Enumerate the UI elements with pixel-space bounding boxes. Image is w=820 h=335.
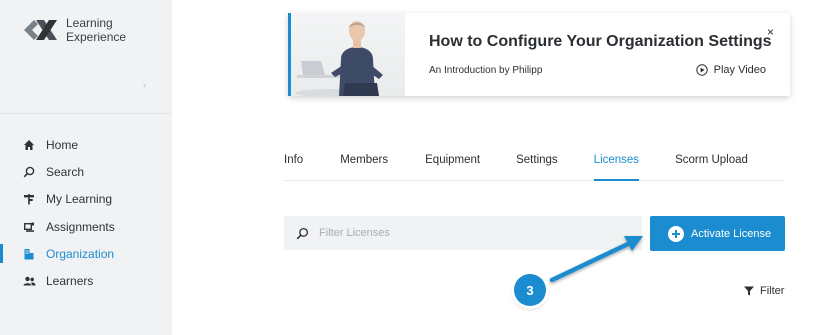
filter-button[interactable]: Filter xyxy=(744,285,784,297)
video-banner: How to Configure Your Organization Setti… xyxy=(288,13,790,96)
sidebar-divider xyxy=(0,113,172,114)
sidebar-item-label: Assignments xyxy=(46,219,115,234)
presenter-photo xyxy=(291,13,405,96)
sidebar-item-label: Learners xyxy=(46,274,94,289)
brand-name-line1: Learning xyxy=(66,16,113,30)
sidebar-item-label: My Learning xyxy=(46,192,113,207)
sidebar-item-label: Search xyxy=(46,164,85,179)
close-icon[interactable]: × xyxy=(767,25,774,39)
sidebar-item-label: Home xyxy=(46,137,79,152)
brand-name-line2: Experience xyxy=(66,30,127,44)
sidebar-item-organization[interactable]: Organization xyxy=(0,240,172,267)
plus-icon xyxy=(668,225,684,242)
filter-label: Filter xyxy=(760,285,785,297)
tab-members[interactable]: Members xyxy=(340,150,388,180)
users-icon xyxy=(22,274,36,288)
sidebar-item-home[interactable]: Home xyxy=(0,131,172,158)
sidebar-item-learners[interactable]: Learners xyxy=(0,267,172,294)
tab-licenses[interactable]: Licenses xyxy=(593,150,640,181)
home-icon xyxy=(22,138,36,152)
signpost-icon xyxy=(22,192,36,206)
tab-scorm-upload[interactable]: Scorm Upload xyxy=(675,150,748,180)
banner-subtitle: An Introduction by Philipp xyxy=(429,65,543,76)
brand[interactable]: Learning Experience xyxy=(22,16,126,44)
assignments-icon xyxy=(22,220,36,234)
sidebar-item-assignments[interactable]: Assignments xyxy=(0,213,172,240)
tab-settings[interactable]: Settings xyxy=(516,150,558,180)
play-video-button[interactable]: Play Video xyxy=(695,64,766,76)
banner-title: How to Configure Your Organization Setti… xyxy=(429,33,772,50)
step-number-badge: 3 xyxy=(514,274,546,306)
sidebar-item-label: Organization xyxy=(46,246,115,261)
sidebar-item-search[interactable]: Search xyxy=(0,158,172,185)
tab-equipment[interactable]: Equipment xyxy=(425,150,480,180)
logo-icon xyxy=(24,20,57,40)
organization-icon xyxy=(22,247,36,261)
search-icon xyxy=(22,165,36,179)
funnel-icon xyxy=(744,286,754,296)
play-video-label: Play Video xyxy=(713,64,766,76)
activate-license-button[interactable]: Activate License xyxy=(650,216,785,251)
organization-tabs: Info Members Equipment Settings Licenses… xyxy=(284,150,784,181)
tab-info[interactable]: Info xyxy=(284,150,303,180)
search-icon xyxy=(296,227,309,239)
sidebar-nav: Home Search My Learning Assignments Orga… xyxy=(0,131,172,295)
filter-licenses-input[interactable] xyxy=(319,227,619,239)
chevron-right-icon[interactable]: › xyxy=(143,80,146,90)
filter-licenses-field[interactable] xyxy=(284,216,642,250)
brand-name: Learning Experience xyxy=(66,16,126,44)
sidebar: Learning Experience › Home Search My Lea… xyxy=(0,0,172,335)
activate-license-label: Activate License xyxy=(691,227,772,240)
sidebar-item-my-learning[interactable]: My Learning xyxy=(0,186,172,213)
play-icon xyxy=(695,64,708,76)
